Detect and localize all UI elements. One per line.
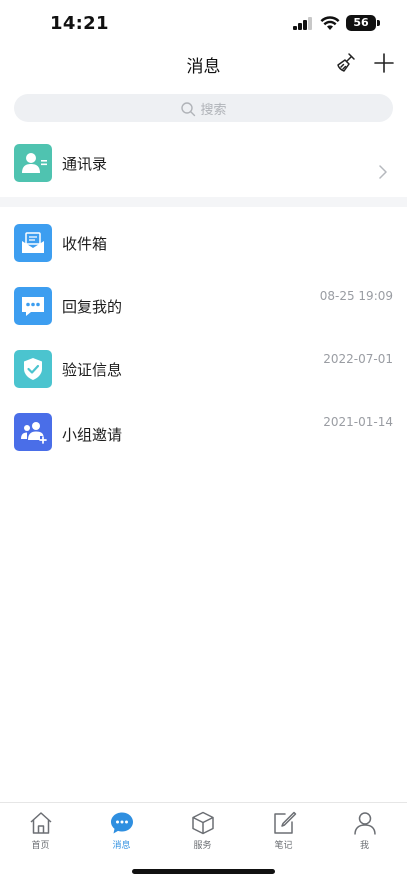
inbox-label: 收件箱 — [62, 235, 108, 253]
battery-tip — [377, 20, 380, 26]
tab-services-label: 服务 — [193, 841, 212, 851]
contacts-row[interactable]: 通讯录 — [0, 132, 407, 196]
search-placeholder: 搜索 — [200, 103, 227, 118]
group-invite-icon — [14, 413, 52, 451]
list-item-group-invite[interactable]: 小组邀请 2021-01-14 — [0, 401, 407, 465]
home-indicator[interactable] — [132, 869, 275, 874]
shield-check-icon — [14, 350, 52, 388]
plus-icon[interactable] — [373, 52, 395, 74]
box-icon — [192, 811, 214, 835]
nav-bar: 消息 — [0, 46, 407, 82]
contacts-icon — [14, 144, 52, 182]
home-icon — [30, 812, 52, 834]
inbox-icon — [14, 224, 52, 262]
person-icon — [354, 812, 376, 835]
tab-messages-label: 消息 — [112, 841, 131, 851]
status-time: 14:21 — [50, 13, 109, 34]
list-item-replies[interactable]: 回复我的 08-25 19:09 — [0, 274, 407, 338]
search-inner: 搜索 — [14, 99, 393, 118]
wifi-icon — [320, 16, 340, 30]
tab-me-label: 我 — [359, 841, 369, 851]
verification-label: 验证信息 — [62, 361, 123, 379]
edit-note-icon — [274, 811, 297, 834]
tab-notes-label: 笔记 — [274, 841, 293, 851]
chevron-right-icon — [379, 165, 387, 179]
replies-label: 回复我的 — [62, 298, 123, 316]
tab-home[interactable]: 首页 — [0, 803, 81, 853]
list-item-verification[interactable]: 验证信息 2022-07-01 — [0, 337, 407, 401]
group-invite-label: 小组邀请 — [62, 426, 123, 444]
replies-time: 08-25 19:09 — [319, 289, 393, 303]
verification-time: 2022-07-01 — [323, 352, 393, 366]
status-bar: 14:21 56 — [0, 0, 407, 46]
search-input[interactable]: 搜索 — [14, 94, 393, 122]
contacts-label: 通讯录 — [62, 155, 108, 173]
chat-bubble-icon — [111, 812, 133, 834]
list-item-inbox[interactable]: 收件箱 — [0, 210, 407, 274]
battery-indicator: 56 — [346, 15, 376, 31]
group-invite-time: 2021-01-14 — [323, 415, 393, 429]
tab-notes[interactable]: 笔记 — [243, 803, 324, 853]
tab-services[interactable]: 服务 — [162, 803, 243, 853]
tab-me[interactable]: 我 — [324, 803, 405, 853]
search-icon — [181, 101, 196, 116]
cellular-signal-icon — [293, 17, 313, 30]
broom-icon[interactable] — [334, 51, 358, 75]
tab-home-label: 首页 — [31, 841, 50, 851]
reply-icon — [14, 287, 52, 325]
tab-messages[interactable]: 消息 — [81, 803, 162, 853]
section-divider — [0, 197, 407, 207]
bottom-tab-bar: 首页 消息 服务 笔记 我 — [0, 802, 407, 852]
